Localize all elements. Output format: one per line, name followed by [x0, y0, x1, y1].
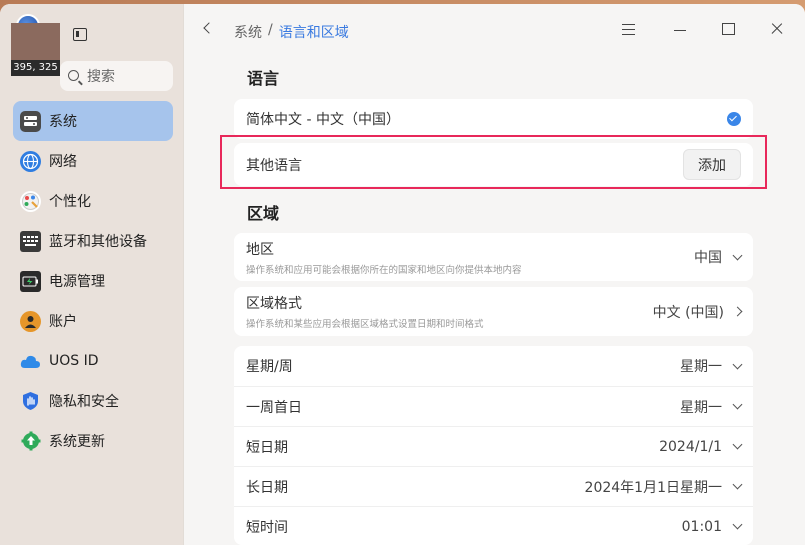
- area-label-group: 地区 操作系统和应用可能会根据你所在的国家和地区向你提供本地内容: [246, 239, 694, 276]
- sidebar-item-network[interactable]: 网络: [13, 141, 173, 181]
- area-label: 地区: [246, 241, 274, 258]
- format-select[interactable]: 2024/1/1: [659, 438, 743, 455]
- format-label: 星期/周: [246, 359, 293, 375]
- sidebar-item-label: 蓝牙和其他设备: [49, 234, 147, 250]
- menu-button[interactable]: [616, 17, 642, 41]
- sidebar-item-privacy[interactable]: 隐私和安全: [13, 381, 173, 421]
- format-value: 2024/1/1: [659, 438, 722, 455]
- area-description: 操作系统和应用可能会根据你所在的国家和地区向你提供本地内容: [246, 264, 522, 276]
- region-format-value: 中文 (中国): [652, 304, 724, 321]
- other-language-row: 其他语言 添加: [234, 143, 753, 186]
- chevron-down-icon: [732, 250, 743, 260]
- region-format-description: 操作系统和某些应用会根据区域格式设置日期和时间格式: [246, 319, 484, 330]
- personalization-palette-icon: [20, 190, 41, 212]
- area-row[interactable]: 地区 操作系统和应用可能会根据你所在的国家和地区向你提供本地内容 中国: [234, 233, 753, 281]
- power-battery-icon: [20, 270, 41, 292]
- add-language-button[interactable]: 添加: [683, 149, 741, 180]
- keyboard-icon: [20, 230, 41, 252]
- sidebar-item-power[interactable]: 电源管理: [13, 261, 173, 301]
- titlebar: 系统 / 语言和区域: [184, 4, 805, 58]
- format-value: 星期一: [680, 399, 722, 416]
- chevron-right-icon: [732, 306, 743, 317]
- chevron-down-icon: [732, 439, 743, 450]
- breadcrumb-separator: /: [268, 22, 273, 38]
- update-gear-icon: [20, 431, 41, 452]
- sidebar-item-personalization[interactable]: 个性化: [13, 181, 173, 221]
- sidebar-item-uos-id[interactable]: UOS ID: [13, 341, 173, 381]
- sidebar-item-label: 系统: [49, 114, 77, 130]
- main-panel: 系统 / 语言和区域 语言 简体中文 - 中文（中国） 其他语言 添加 区域 地…: [184, 4, 805, 545]
- format-label: 一周首日: [246, 399, 302, 416]
- breadcrumb: 系统 / 语言和区域: [234, 22, 349, 42]
- account-icon: [20, 310, 41, 332]
- format-select[interactable]: 01:01: [681, 518, 743, 535]
- sidebar-item-bluetooth-devices[interactable]: 蓝牙和其他设备: [13, 221, 173, 261]
- sidebar-item-label: UOS ID: [49, 353, 99, 369]
- format-row-week[interactable]: 星期/周 星期一: [234, 346, 753, 386]
- sidebar: 395, 325 搜索 系统 网络 个性化 蓝牙和其他设备 电源管理 账户 UO…: [0, 4, 184, 545]
- sidebar-item-label: 账户: [49, 314, 77, 330]
- sidebar-item-label: 个性化: [49, 194, 91, 210]
- search-icon: [68, 69, 79, 81]
- current-language-label: 简体中文 - 中文（中国）: [246, 112, 400, 128]
- sidebar-item-account[interactable]: 账户: [13, 301, 173, 341]
- current-language-row[interactable]: 简体中文 - 中文（中国）: [234, 99, 753, 139]
- format-row-first-day[interactable]: 一周首日 星期一: [234, 387, 753, 426]
- network-globe-icon: [20, 150, 41, 172]
- format-select[interactable]: 2024年1月1日星期一: [584, 477, 743, 497]
- search-input[interactable]: 搜索: [60, 61, 173, 91]
- format-select[interactable]: 星期一: [680, 397, 743, 417]
- settings-window: 395, 325 搜索 系统 网络 个性化 蓝牙和其他设备 电源管理 账户 UO…: [0, 4, 805, 545]
- region-format-row[interactable]: 区域格式 操作系统和某些应用会根据区域格式设置日期和时间格式 中文 (中国): [234, 287, 753, 336]
- format-value: 星期一: [680, 359, 722, 375]
- formats-card: 星期/周 星期一 一周首日 星期一 短日期 2024/1/1 长日期 2024年…: [234, 346, 753, 545]
- breadcrumb-parent[interactable]: 系统: [234, 22, 262, 42]
- chevron-down-icon: [732, 359, 743, 369]
- cursor-coords: 395, 325: [11, 60, 60, 76]
- system-icon: [20, 110, 41, 132]
- privacy-shield-icon: [20, 391, 41, 412]
- area-value: 中国: [694, 250, 722, 266]
- region-format-label: 区域格式: [246, 296, 302, 312]
- maximize-button[interactable]: [715, 17, 741, 41]
- region-section-title: 区域: [247, 204, 280, 223]
- cloud-icon: [20, 351, 41, 372]
- format-value: 01:01: [681, 518, 722, 535]
- checkmark-icon: [727, 112, 741, 126]
- format-row-short-date[interactable]: 短日期 2024/1/1: [234, 427, 753, 466]
- region-format-label-group: 区域格式 操作系统和某些应用会根据区域格式设置日期和时间格式: [246, 293, 653, 330]
- sidebar-item-label: 电源管理: [49, 274, 105, 290]
- format-label: 短日期: [246, 439, 288, 456]
- breadcrumb-current: 语言和区域: [278, 25, 349, 41]
- sidebar-item-label: 系统更新: [49, 434, 105, 450]
- format-row-long-date[interactable]: 长日期 2024年1月1日星期一: [234, 467, 753, 506]
- region-format-card[interactable]: 区域格式 操作系统和某些应用会根据区域格式设置日期和时间格式 中文 (中国): [234, 287, 753, 336]
- minimize-button[interactable]: [667, 17, 693, 41]
- format-select[interactable]: 星期一: [680, 356, 743, 376]
- area-select[interactable]: 中国: [694, 247, 743, 267]
- chevron-down-icon: [732, 399, 743, 410]
- sidebar-item-label: 网络: [49, 154, 77, 170]
- other-language-label: 其他语言: [246, 157, 302, 174]
- format-label: 短时间: [246, 519, 288, 536]
- chevron-down-icon: [732, 519, 743, 530]
- language-section-title: 语言: [247, 69, 280, 88]
- other-language-card: 其他语言 添加: [234, 143, 753, 186]
- search-placeholder: 搜索: [87, 69, 115, 85]
- back-button[interactable]: [200, 21, 216, 37]
- format-value: 2024年1月1日星期一: [584, 479, 722, 496]
- chevron-down-icon: [732, 479, 743, 490]
- sidebar-toggle-icon[interactable]: [73, 28, 87, 41]
- current-language-card[interactable]: 简体中文 - 中文（中国）: [234, 99, 753, 139]
- close-button[interactable]: [764, 17, 790, 41]
- sidebar-item-label: 隐私和安全: [49, 394, 119, 410]
- format-label: 长日期: [246, 479, 288, 496]
- area-card[interactable]: 地区 操作系统和应用可能会根据你所在的国家和地区向你提供本地内容 中国: [234, 233, 753, 281]
- sidebar-item-update[interactable]: 系统更新: [13, 421, 173, 461]
- format-row-short-time[interactable]: 短时间 01:01: [234, 507, 753, 545]
- sidebar-nav: 系统 网络 个性化 蓝牙和其他设备 电源管理 账户 UOS ID 隐私和安全 系…: [13, 101, 173, 461]
- sidebar-item-system[interactable]: 系统: [13, 101, 173, 141]
- region-format-link[interactable]: 中文 (中国): [652, 302, 743, 322]
